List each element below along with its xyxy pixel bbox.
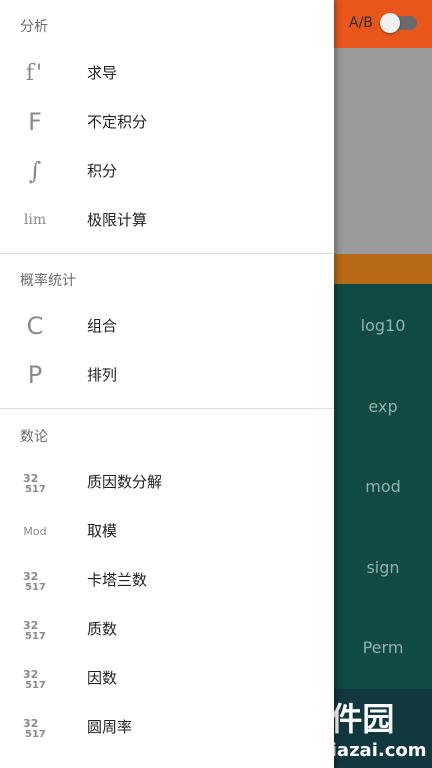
menu-item-prime[interactable]: 32 517 质数 <box>0 605 334 653</box>
combination-icon: C <box>26 312 44 340</box>
menu-item-label: 质因数分解 <box>87 473 163 491</box>
numbers-icon: 32 517 <box>20 654 50 702</box>
menu-item-label: 不定积分 <box>87 113 148 131</box>
menu-item-prime-factorization[interactable]: 32 517 质因数分解 <box>0 458 334 506</box>
key-perm[interactable]: Perm <box>334 638 432 657</box>
key-mod[interactable]: mod <box>334 477 432 496</box>
svg-text:517: 517 <box>25 582 46 591</box>
numbers-icon: 32 517 <box>20 703 50 751</box>
ab-mode-label: A/B <box>349 15 373 31</box>
menu-item-label: 求导 <box>87 64 118 82</box>
menu-item-derivative[interactable]: f' 求导 <box>0 49 334 97</box>
menu-item-limit[interactable]: lim 极限计算 <box>0 196 334 244</box>
menu-item-label: 卡塔兰数 <box>87 571 148 589</box>
key-exp[interactable]: exp <box>334 397 432 416</box>
menu-item-catalan-number[interactable]: 32 517 卡塔兰数 <box>0 556 334 604</box>
menu-item-permutation[interactable]: P 排列 <box>0 351 334 399</box>
antiderivative-icon: F <box>28 108 42 136</box>
menu-item-label: 积分 <box>87 162 118 180</box>
menu-item-factors[interactable]: 32 517 因数 <box>0 654 334 702</box>
menu-item-combination[interactable]: C 组合 <box>0 302 334 350</box>
numbers-icon: 32 517 <box>20 605 50 653</box>
menu-item-label: 质数 <box>87 620 118 638</box>
menu-item-indefinite-integral[interactable]: F 不定积分 <box>0 98 334 146</box>
menu-item-label: 极限计算 <box>87 211 148 229</box>
section-title-analysis: 分析 <box>20 19 48 35</box>
section-divider <box>0 253 334 254</box>
permutation-icon: P <box>27 361 43 389</box>
svg-text:517: 517 <box>25 680 46 689</box>
key-log10[interactable]: log10 <box>334 316 432 335</box>
menu-item-modulo[interactable]: Mod 取模 <box>0 507 334 555</box>
modulo-icon: Mod <box>23 524 47 538</box>
menu-item-pi[interactable]: 32 517 圆周率 <box>0 703 334 751</box>
menu-item-label: 因数 <box>87 669 118 687</box>
menu-item-label: 组合 <box>87 317 118 335</box>
menu-item-label: 圆周率 <box>87 718 133 736</box>
svg-text:517: 517 <box>25 729 46 738</box>
numbers-icon: 32 517 <box>20 556 50 604</box>
section-title-number-theory: 数论 <box>20 429 48 445</box>
limit-icon: lim <box>23 212 47 228</box>
menu-item-label: 排列 <box>87 366 118 384</box>
numbers-icon: 32 517 <box>20 458 50 506</box>
svg-text:517: 517 <box>25 631 46 640</box>
toggle-knob[interactable] <box>380 13 400 33</box>
integral-icon: ∫ <box>28 157 42 185</box>
derivative-icon: f' <box>25 60 45 86</box>
svg-text:517: 517 <box>25 484 46 493</box>
section-title-probability: 概率统计 <box>20 273 76 289</box>
key-sign[interactable]: sign <box>334 558 432 577</box>
menu-item-integral[interactable]: ∫ 积分 <box>0 147 334 195</box>
menu-item-label: 取模 <box>87 522 118 540</box>
navigation-drawer: 分析 f' 求导 F 不定积分 ∫ 积分 lim 极限计算 概率统计 C 组合 … <box>0 0 334 768</box>
section-divider <box>0 408 334 409</box>
